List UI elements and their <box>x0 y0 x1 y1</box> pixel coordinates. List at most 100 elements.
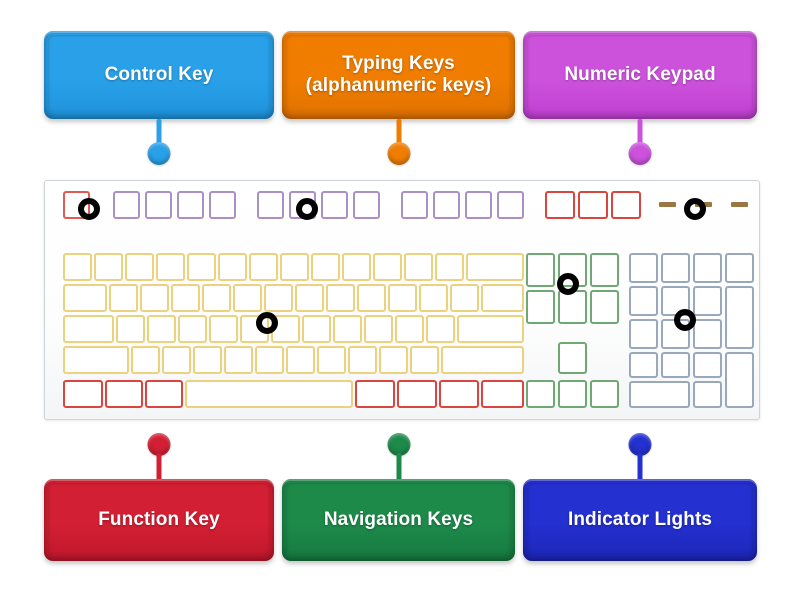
key-numlock <box>629 253 658 283</box>
label-function-key-text: Function Key <box>98 508 220 530</box>
key-6 <box>249 253 278 281</box>
connector-indicator-lights <box>627 433 653 481</box>
key-f10 <box>433 191 460 219</box>
key-num-9 <box>693 286 722 316</box>
diagram-canvas: Control Key Typing Keys (alphanumeric ke… <box>0 0 800 600</box>
key-f4 <box>209 191 236 219</box>
key-f9 <box>401 191 428 219</box>
key-comma <box>348 346 377 374</box>
label-typing-keys[interactable]: Typing Keys (alphanumeric keys) <box>282 31 515 119</box>
key-num-7 <box>629 286 658 316</box>
indicator-hotspot-marker[interactable] <box>684 198 706 220</box>
key-w <box>140 284 169 312</box>
key-semicolon <box>395 315 424 343</box>
key-num-2 <box>661 352 690 378</box>
key-bracket-right <box>450 284 479 312</box>
connector-function-key <box>146 433 172 481</box>
key-0 <box>373 253 402 281</box>
key-backslash <box>481 284 524 312</box>
key-pagedown <box>590 290 619 324</box>
key-printscreen <box>545 191 575 219</box>
key-j <box>302 315 331 343</box>
key-f3 <box>177 191 204 219</box>
key-shift-left <box>63 346 129 374</box>
escape-hotspot-marker[interactable] <box>78 198 100 220</box>
key-t <box>233 284 262 312</box>
key-quote <box>426 315 455 343</box>
key-4 <box>187 253 216 281</box>
key-end <box>558 290 587 324</box>
key-q <box>109 284 138 312</box>
key-i <box>326 284 355 312</box>
key-r <box>202 284 231 312</box>
label-indicator-lights-text: Indicator Lights <box>567 508 713 530</box>
key-pause <box>611 191 641 219</box>
label-control-key-text: Control Key <box>104 63 214 85</box>
key-insert <box>526 253 555 287</box>
key-8 <box>311 253 340 281</box>
key-scrolllock <box>578 191 608 219</box>
led-scrolllock <box>731 202 748 207</box>
connector-knob <box>387 142 411 165</box>
key-num-decimal <box>693 381 722 408</box>
key-num-enter <box>725 352 754 408</box>
key-arrow-down <box>558 380 587 408</box>
key-2 <box>125 253 154 281</box>
key-equals <box>435 253 464 281</box>
key-num-subtract <box>725 253 754 283</box>
key-9 <box>342 253 371 281</box>
keyboard-image <box>44 180 760 420</box>
key-f7 <box>321 191 348 219</box>
key-f8 <box>353 191 380 219</box>
key-backspace <box>466 253 524 281</box>
connector-knob <box>147 142 171 165</box>
connector-stem <box>396 453 402 481</box>
key-e <box>171 284 200 312</box>
label-indicator-lights[interactable]: Indicator Lights <box>523 479 757 561</box>
connector-navigation-keys <box>386 433 412 481</box>
key-arrow-right <box>590 380 619 408</box>
key-shift-right <box>441 346 524 374</box>
key-delete <box>526 290 555 324</box>
key-l <box>364 315 393 343</box>
key-k <box>333 315 362 343</box>
key-num-6 <box>693 319 722 349</box>
key-d <box>178 315 207 343</box>
key-menu <box>439 380 479 408</box>
connector-numeric-keypad <box>627 119 653 167</box>
label-navigation-keys-text: Navigation Keys <box>323 508 474 530</box>
key-b <box>255 346 284 374</box>
key-u <box>295 284 324 312</box>
label-navigation-keys[interactable]: Navigation Keys <box>282 479 515 561</box>
key-1 <box>94 253 123 281</box>
function-hotspot-marker[interactable] <box>296 198 318 220</box>
key-p <box>388 284 417 312</box>
key-pageup <box>590 253 619 287</box>
key-f <box>209 315 238 343</box>
key-f2 <box>145 191 172 219</box>
key-z <box>131 346 160 374</box>
numpad-hotspot-marker[interactable] <box>674 309 696 331</box>
key-s <box>147 315 176 343</box>
typing-hotspot-marker[interactable] <box>256 312 278 334</box>
key-arrow-left <box>526 380 555 408</box>
key-num-3 <box>693 352 722 378</box>
key-capslock <box>63 315 114 343</box>
navigation-hotspot-marker[interactable] <box>557 273 579 295</box>
key-win-right <box>397 380 437 408</box>
label-function-key[interactable]: Function Key <box>44 479 274 561</box>
key-m <box>317 346 346 374</box>
key-alt-left <box>145 380 183 408</box>
key-7 <box>280 253 309 281</box>
key-num-4 <box>629 319 658 349</box>
key-f5 <box>257 191 284 219</box>
key-tab <box>63 284 107 312</box>
label-numeric-keypad-text: Numeric Keypad <box>564 63 716 85</box>
key-ctrl-right <box>481 380 524 408</box>
key-period <box>379 346 408 374</box>
label-numeric-keypad[interactable]: Numeric Keypad <box>523 31 757 119</box>
label-typing-keys-text: Typing Keys (alphanumeric keys) <box>305 52 492 96</box>
label-control-key[interactable]: Control Key <box>44 31 274 119</box>
connector-stem <box>156 453 162 481</box>
key-num-add <box>725 286 754 349</box>
